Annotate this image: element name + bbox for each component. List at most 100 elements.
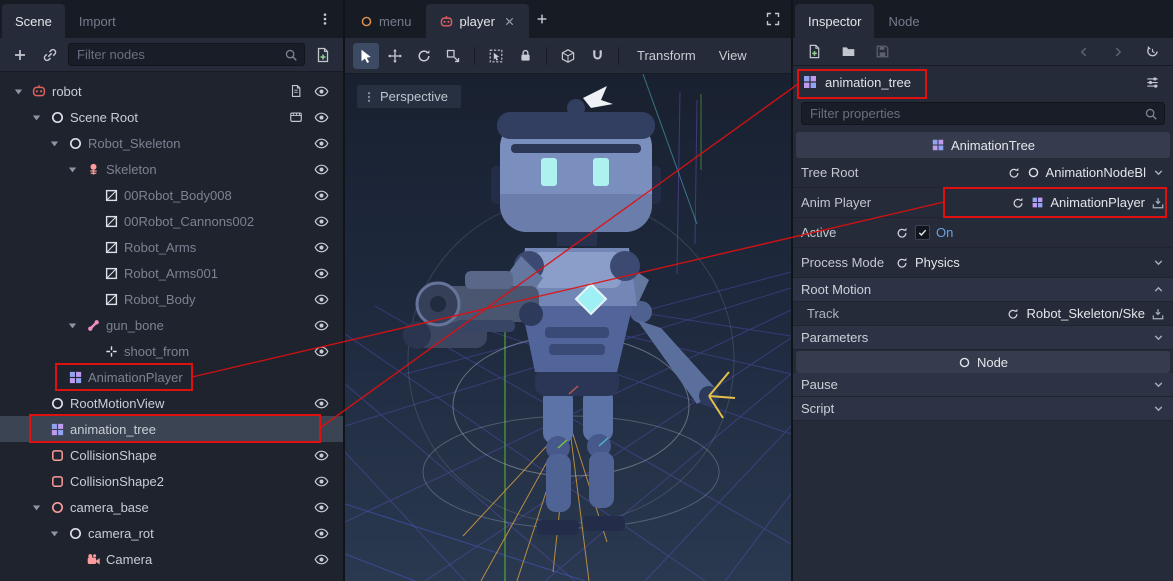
tab-inspector[interactable]: Inspector (795, 4, 874, 38)
assign-icon[interactable] (1151, 196, 1165, 210)
select-tool-button[interactable] (353, 43, 379, 69)
revert-icon[interactable] (1006, 307, 1020, 321)
chevron-down-icon[interactable] (1152, 166, 1165, 179)
revert-icon[interactable] (1007, 166, 1021, 180)
visibility-eye-icon[interactable] (314, 240, 329, 255)
expand-arrow-icon[interactable] (28, 109, 44, 125)
lock-node-button[interactable] (512, 43, 538, 69)
filter-properties-input[interactable] (801, 102, 1165, 125)
chevron-down-icon (1152, 402, 1165, 415)
open-scene-icon[interactable] (289, 110, 303, 124)
history-forward-icon[interactable] (1106, 40, 1130, 64)
tree-row-root-motion-view[interactable]: RootMotionView (0, 390, 343, 416)
filter-nodes-input[interactable] (68, 43, 305, 66)
visibility-eye-icon[interactable] (314, 474, 329, 489)
tree-row-shoot-from[interactable]: shoot_from (0, 338, 343, 364)
property-value[interactable]: AnimationNodeBl (1046, 165, 1146, 180)
tab-scene[interactable]: Scene (2, 4, 65, 38)
tree-row-collision-shape[interactable]: CollisionShape (0, 442, 343, 468)
expand-arrow-icon[interactable] (46, 135, 62, 151)
section-script[interactable]: Script (793, 397, 1173, 421)
transform-menu[interactable]: Transform (627, 48, 706, 63)
expand-arrow-icon[interactable] (64, 317, 80, 333)
load-resource-button[interactable] (836, 40, 860, 64)
save-resource-button[interactable] (870, 40, 894, 64)
list-select-tool-button[interactable] (483, 43, 509, 69)
script-icon[interactable] (289, 84, 303, 98)
dock-menu-icon[interactable] (313, 7, 337, 31)
expand-arrow-icon[interactable] (64, 161, 80, 177)
visibility-eye-icon[interactable] (314, 110, 329, 125)
attach-script-button[interactable] (311, 43, 335, 67)
active-checkbox[interactable] (915, 225, 930, 240)
move-tool-button[interactable] (382, 43, 408, 69)
rotate-tool-button[interactable] (411, 43, 437, 69)
visibility-eye-icon[interactable] (314, 162, 329, 177)
expand-arrow-icon[interactable] (10, 83, 26, 99)
property-value[interactable]: Robot_Skeleton/Ske (1026, 306, 1145, 321)
visibility-eye-icon[interactable] (314, 552, 329, 567)
tab-node[interactable]: Node (875, 4, 932, 38)
tree-row-animation-tree[interactable]: animation_tree (0, 416, 343, 442)
perspective-menu[interactable]: Perspective (357, 85, 461, 108)
revert-icon[interactable] (1011, 196, 1025, 210)
viewport-3d[interactable]: Perspective (345, 74, 791, 581)
tree-row-mesh[interactable]: Robot_Arms (0, 234, 343, 260)
section-pause[interactable]: Pause (793, 373, 1173, 397)
property-value[interactable]: Physics (915, 255, 960, 270)
tree-row-animation-player[interactable]: AnimationPlayer (0, 364, 343, 390)
visibility-eye-icon[interactable] (314, 344, 329, 359)
tree-row-camera-rot[interactable]: camera_rot (0, 520, 343, 546)
node-label: Scene Root (70, 110, 138, 125)
history-icon[interactable] (1140, 40, 1164, 64)
property-value[interactable]: AnimationPlayer (1050, 195, 1145, 210)
tree-row-camera-base[interactable]: camera_base (0, 494, 343, 520)
scale-tool-button[interactable] (440, 43, 466, 69)
tree-row-scene-root[interactable]: Scene Root (0, 104, 343, 130)
tree-row-mesh[interactable]: Robot_Arms001 (0, 260, 343, 286)
visibility-eye-icon[interactable] (314, 188, 329, 203)
expand-viewport-icon[interactable] (761, 7, 785, 31)
tree-row-mesh[interactable]: 00Robot_Body008 (0, 182, 343, 208)
group-node-button[interactable] (555, 43, 581, 69)
add-node-button[interactable] (8, 43, 32, 67)
new-resource-button[interactable] (802, 40, 826, 64)
close-tab-icon[interactable] (503, 15, 516, 28)
visibility-eye-icon[interactable] (314, 266, 329, 281)
snap-toggle-button[interactable] (584, 43, 610, 69)
expand-arrow-icon[interactable] (28, 499, 44, 515)
tree-row-robot[interactable]: robot (0, 78, 343, 104)
chevron-down-icon[interactable] (1152, 256, 1165, 269)
visibility-eye-icon[interactable] (314, 318, 329, 333)
object-tools-icon[interactable] (1140, 70, 1164, 94)
tab-import[interactable]: Import (66, 4, 129, 38)
tree-row-mesh[interactable]: 00Robot_Cannons002 (0, 208, 343, 234)
tree-row-collision-shape2[interactable]: CollisionShape2 (0, 468, 343, 494)
visibility-eye-icon[interactable] (314, 500, 329, 515)
section-parameters[interactable]: Parameters (793, 326, 1173, 350)
visibility-eye-icon[interactable] (314, 84, 329, 99)
tree-row-mesh[interactable]: Robot_Body (0, 286, 343, 312)
tree-row-gun-bone[interactable]: gun_bone (0, 312, 343, 338)
section-root-motion[interactable]: Root Motion (793, 278, 1173, 302)
assign-icon[interactable] (1151, 307, 1165, 321)
visibility-eye-icon[interactable] (314, 396, 329, 411)
tree-row-skeleton[interactable]: Skeleton (0, 156, 343, 182)
revert-icon[interactable] (895, 226, 909, 240)
tree-row-camera[interactable]: Camera (0, 546, 343, 572)
history-back-icon[interactable] (1072, 40, 1096, 64)
visibility-eye-icon[interactable] (314, 448, 329, 463)
visibility-eye-icon[interactable] (314, 292, 329, 307)
visibility-eye-icon[interactable] (314, 136, 329, 151)
visibility-eye-icon[interactable] (314, 214, 329, 229)
instance-scene-button[interactable] (38, 43, 62, 67)
expand-arrow-icon[interactable] (46, 525, 62, 541)
tree-row-robot-skeleton[interactable]: Robot_Skeleton (0, 130, 343, 156)
visibility-eye-icon[interactable] (314, 526, 329, 541)
new-scene-tab-button[interactable] (530, 7, 554, 31)
revert-icon[interactable] (895, 256, 909, 270)
tab-player-scene[interactable]: player (426, 4, 529, 38)
spatial-icon (50, 396, 65, 411)
view-menu[interactable]: View (709, 48, 757, 63)
tab-menu-scene[interactable]: menu (347, 4, 425, 38)
